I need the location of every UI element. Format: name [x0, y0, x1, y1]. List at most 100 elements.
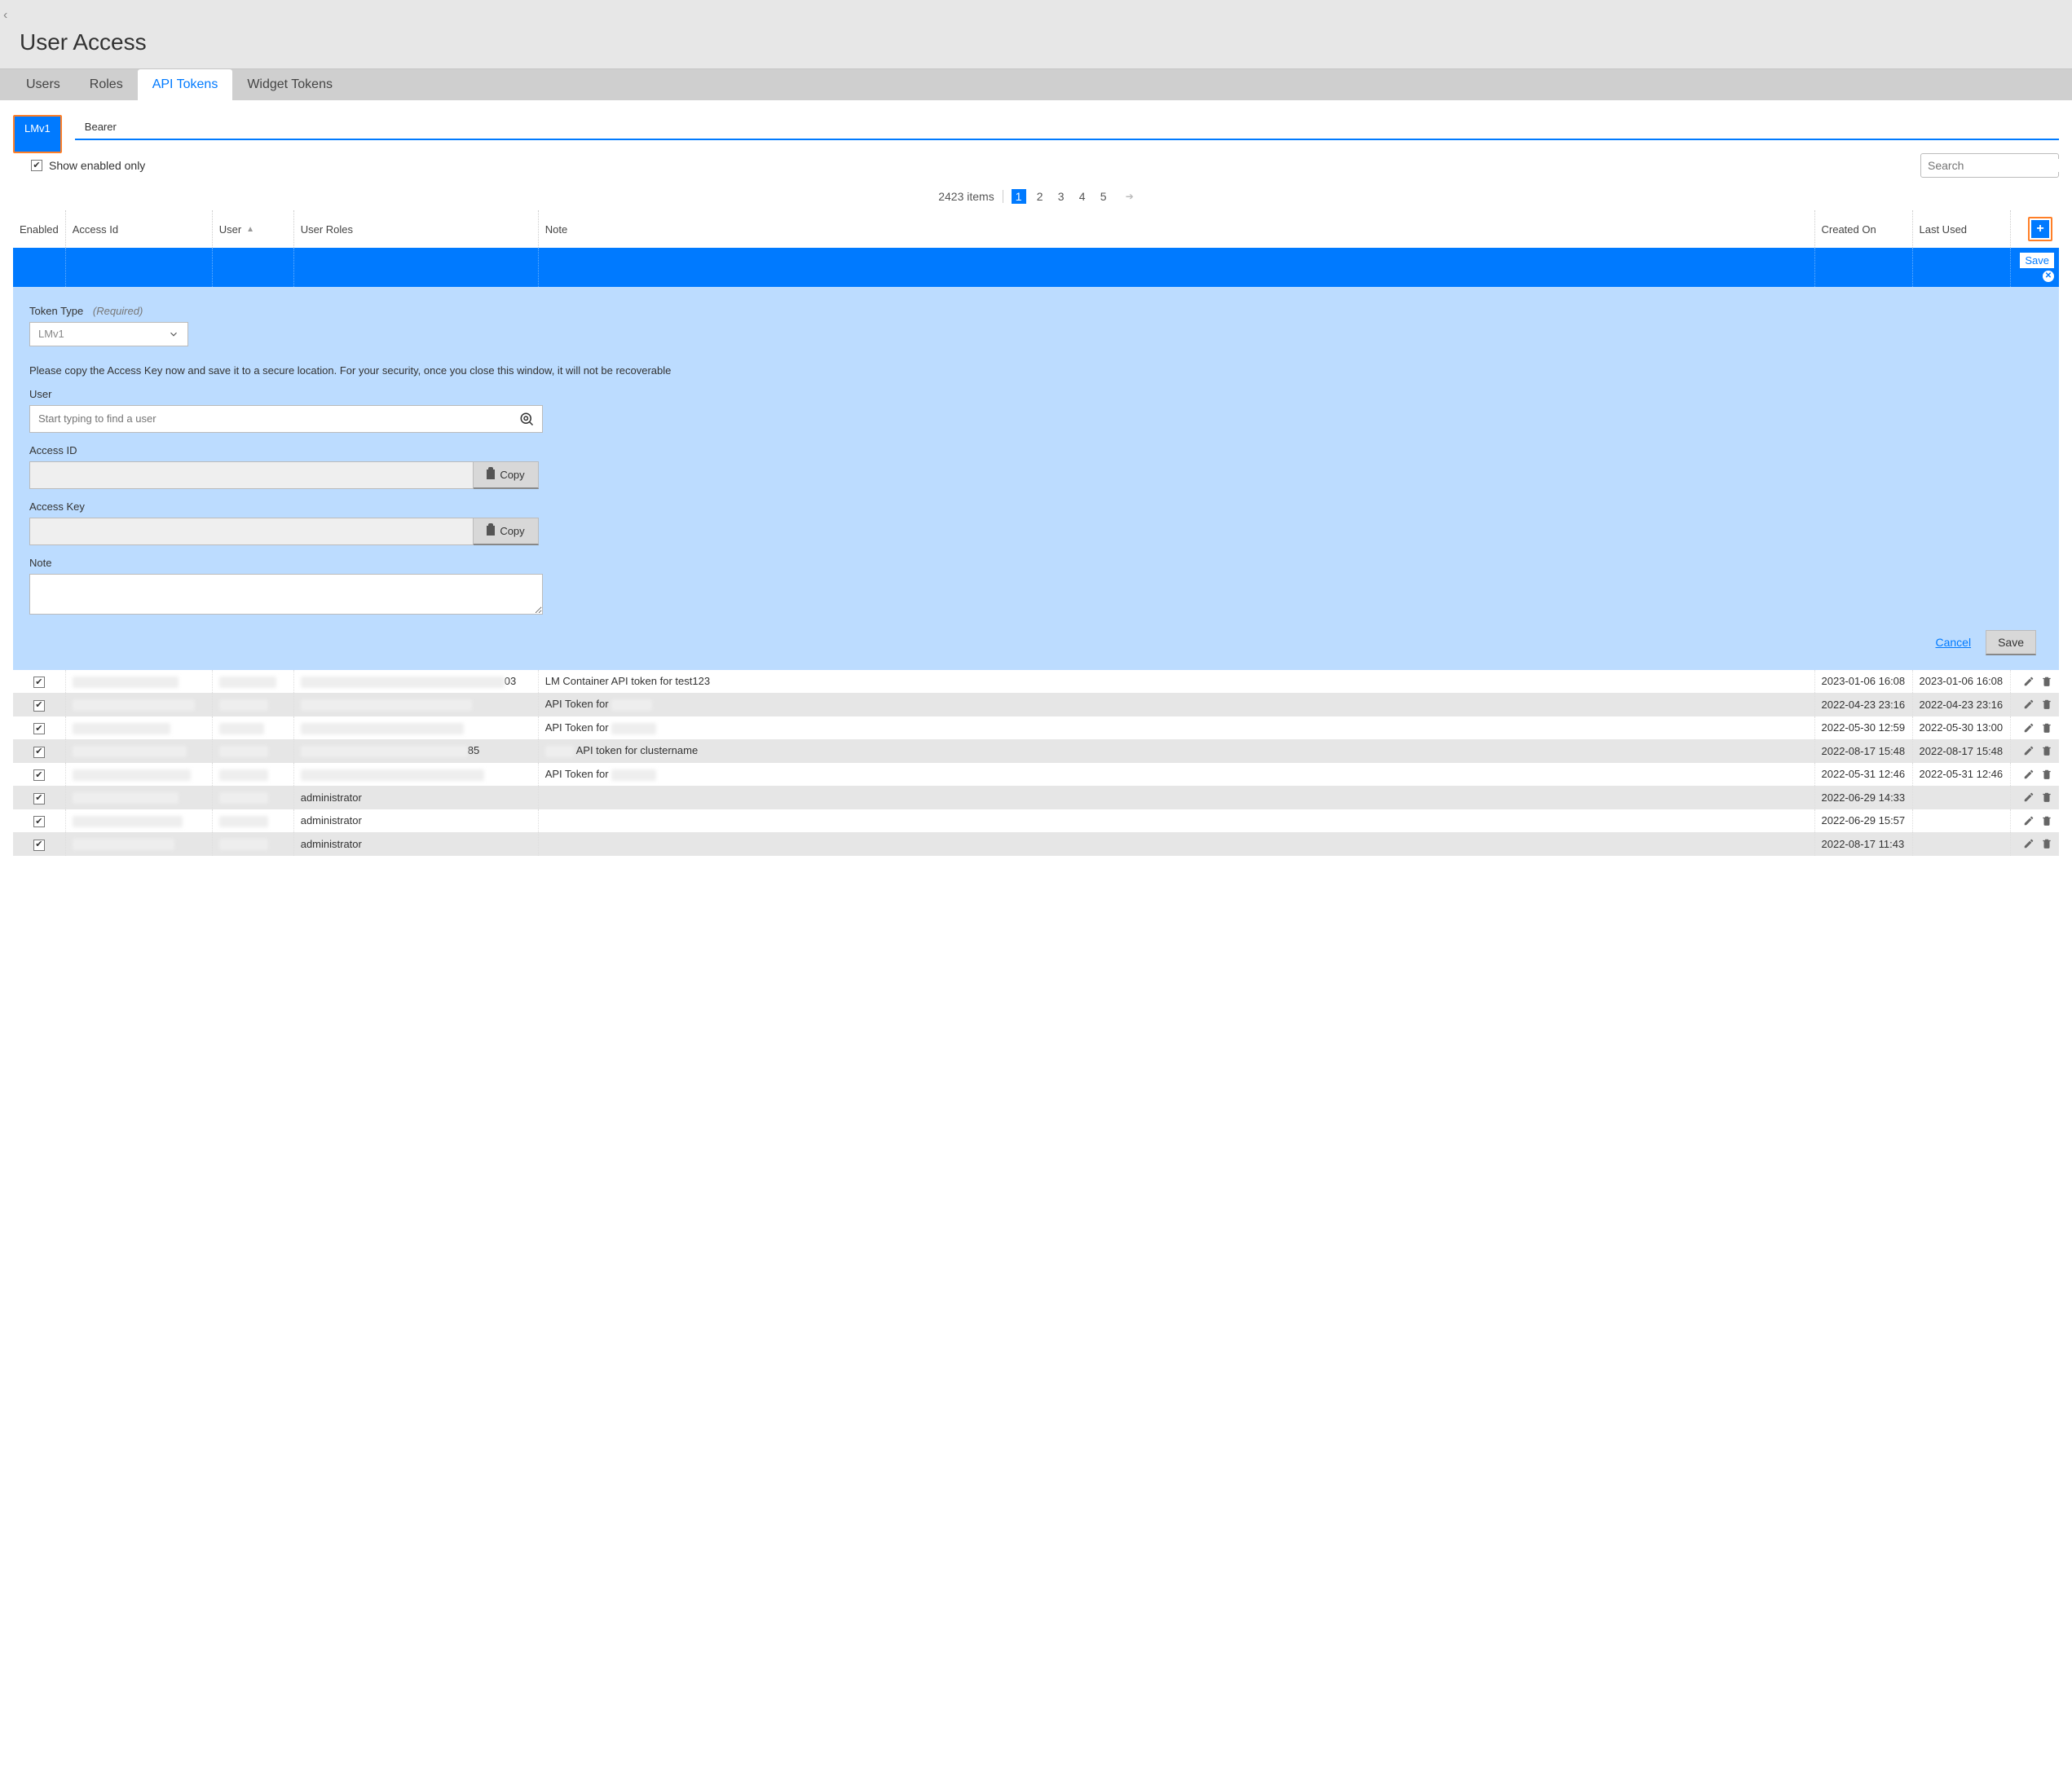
cell-access-id: [65, 670, 212, 694]
tab-api-tokens[interactable]: API Tokens: [138, 69, 233, 100]
cell-created-on: 2022-08-17 11:43: [1814, 832, 1912, 856]
clipboard-icon: [487, 526, 495, 536]
tab-widget-tokens[interactable]: Widget Tokens: [232, 69, 347, 100]
delete-icon[interactable]: [2041, 745, 2052, 756]
edit-icon[interactable]: [2023, 676, 2035, 687]
page-4[interactable]: 4: [1075, 189, 1090, 204]
edit-icon[interactable]: [2023, 838, 2035, 849]
cell-user-roles: [293, 693, 538, 716]
user-lookup[interactable]: [29, 405, 543, 433]
enabled-checkbox[interactable]: ✔: [33, 677, 45, 688]
page-1[interactable]: 1: [1012, 189, 1026, 204]
page-3[interactable]: 3: [1054, 189, 1069, 204]
inline-save-button[interactable]: Save: [2020, 253, 2054, 268]
enabled-checkbox[interactable]: ✔: [33, 700, 45, 712]
page-2[interactable]: 2: [1033, 189, 1047, 204]
cell-note: API Token for: [538, 693, 1814, 716]
edit-icon[interactable]: [2023, 815, 2035, 826]
col-enabled[interactable]: Enabled: [13, 210, 65, 248]
cell-created-on: 2022-04-23 23:16: [1814, 693, 1912, 716]
edit-icon[interactable]: [2023, 791, 2035, 803]
cell-last-used: 2022-04-23 23:16: [1912, 693, 2010, 716]
cell-last-used: 2022-05-31 12:46: [1912, 763, 2010, 787]
cell-note: API Token for: [538, 716, 1814, 740]
cell-user-roles: 03: [293, 670, 538, 694]
col-user-roles[interactable]: User Roles: [293, 210, 538, 248]
enabled-checkbox[interactable]: ✔: [33, 769, 45, 781]
col-last-used[interactable]: Last Used: [1912, 210, 2010, 248]
subtab-lmv1[interactable]: LMv1: [15, 117, 60, 152]
next-page-icon[interactable]: ➔: [1126, 191, 1134, 202]
access-key-field: [29, 518, 474, 545]
tokens-table: Enabled Access Id User▲ User Roles Note …: [13, 210, 2059, 856]
edit-icon[interactable]: [2023, 745, 2035, 756]
note-textarea[interactable]: [29, 574, 543, 615]
note-label: Note: [29, 557, 2043, 569]
cell-user: [212, 716, 293, 740]
page-5[interactable]: 5: [1096, 189, 1111, 204]
delete-icon[interactable]: [2041, 791, 2052, 803]
enabled-checkbox[interactable]: ✔: [33, 723, 45, 734]
cell-user: [212, 693, 293, 716]
cell-created-on: 2022-05-30 12:59: [1814, 716, 1912, 740]
cell-last-used: 2022-08-17 15:48: [1912, 739, 2010, 763]
cell-access-id: [65, 716, 212, 740]
enabled-checkbox[interactable]: ✔: [33, 793, 45, 804]
show-enabled-only[interactable]: ✔ Show enabled only: [31, 159, 145, 172]
cell-access-id: [65, 786, 212, 809]
table-row: ✔administrator2022-06-29 15:57: [13, 809, 2059, 833]
edit-icon[interactable]: [2023, 722, 2035, 734]
page-title: User Access: [0, 26, 2072, 68]
enabled-checkbox[interactable]: ✔: [33, 840, 45, 851]
col-note[interactable]: Note: [538, 210, 1814, 248]
cell-user: [212, 739, 293, 763]
search-box[interactable]: [1920, 153, 2059, 178]
tab-users[interactable]: Users: [11, 69, 75, 100]
token-type-select[interactable]: LMv1: [29, 322, 188, 346]
show-enabled-only-label: Show enabled only: [49, 159, 145, 172]
access-id-label: Access ID: [29, 444, 2043, 456]
cell-user-roles: 85: [293, 739, 538, 763]
copy-access-id-button[interactable]: Copy: [474, 461, 539, 489]
cell-access-id: [65, 809, 212, 833]
cell-user-roles: [293, 716, 538, 740]
delete-icon[interactable]: [2041, 676, 2052, 687]
inline-close-button[interactable]: ✕: [2043, 271, 2054, 282]
enabled-checkbox[interactable]: ✔: [33, 816, 45, 827]
cell-user-roles: administrator: [293, 786, 538, 809]
collapse-handle[interactable]: ‹: [0, 5, 11, 26]
tab-roles[interactable]: Roles: [75, 69, 138, 100]
cell-access-id: [65, 693, 212, 716]
save-button[interactable]: Save: [1986, 630, 2036, 655]
cancel-button[interactable]: Cancel: [1935, 636, 1971, 649]
cell-created-on: 2022-05-31 12:46: [1814, 763, 1912, 787]
delete-icon[interactable]: [2041, 699, 2052, 710]
delete-icon[interactable]: [2041, 769, 2052, 780]
edit-icon[interactable]: [2023, 699, 2035, 710]
table-row: ✔03LM Container API token for test123202…: [13, 670, 2059, 694]
main-tabs: UsersRolesAPI TokensWidget Tokens: [0, 68, 2072, 100]
add-token-button[interactable]: +: [2031, 220, 2049, 238]
delete-icon[interactable]: [2041, 722, 2052, 734]
cell-access-id: [65, 832, 212, 856]
delete-icon[interactable]: [2041, 815, 2052, 826]
edit-icon[interactable]: [2023, 769, 2035, 780]
lookup-icon[interactable]: [519, 412, 534, 426]
table-row: ✔administrator2022-06-29 14:33: [13, 786, 2059, 809]
user-input[interactable]: [38, 412, 519, 425]
cell-note: API token for clustername: [538, 739, 1814, 763]
pager: 2423 items 12345 ➔: [13, 189, 2059, 204]
enabled-checkbox[interactable]: ✔: [33, 747, 45, 758]
col-created-on[interactable]: Created On: [1814, 210, 1912, 248]
cell-note: [538, 832, 1814, 856]
col-access-id[interactable]: Access Id: [65, 210, 212, 248]
col-user[interactable]: User▲: [212, 210, 293, 248]
search-input[interactable]: [1928, 159, 2072, 172]
subtab-highlight: LMv1: [13, 115, 62, 153]
copy-access-key-button[interactable]: Copy: [474, 518, 539, 545]
table-row: ✔API Token for 2022-05-30 12:592022-05-3…: [13, 716, 2059, 740]
items-count: 2423 items: [938, 190, 994, 203]
subtab-bearer[interactable]: Bearer: [75, 115, 126, 139]
delete-icon[interactable]: [2041, 838, 2052, 849]
cell-note: API Token for: [538, 763, 1814, 787]
